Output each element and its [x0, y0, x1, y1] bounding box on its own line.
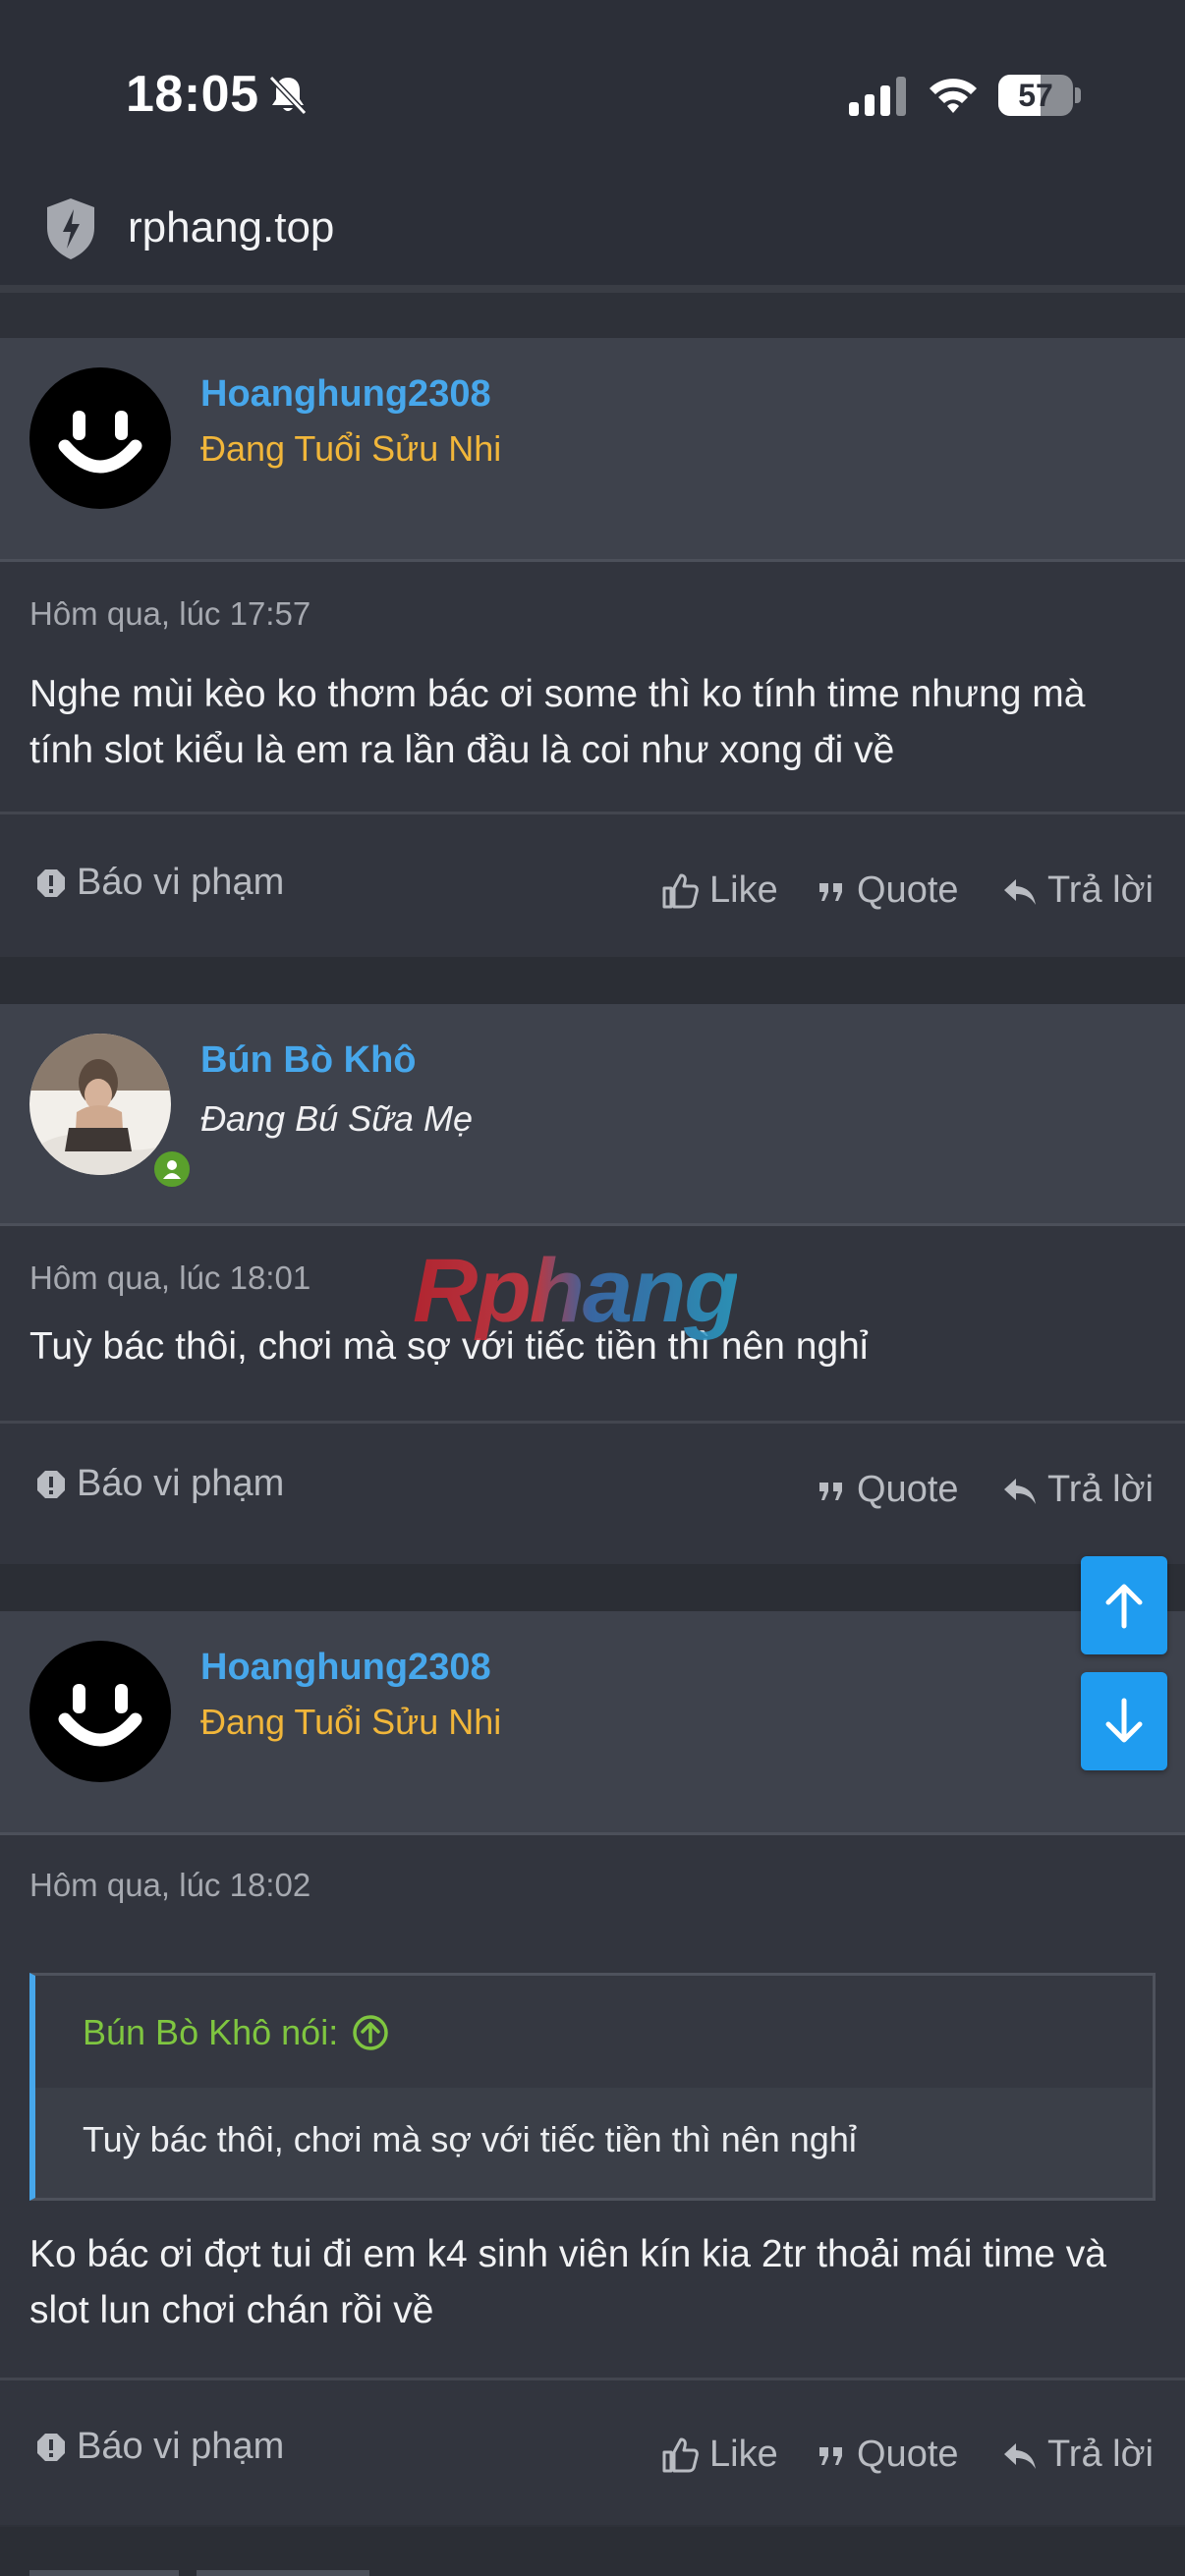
post-actions: Báo vi phạm Like Quote Trả lời	[0, 812, 1185, 957]
post-content: Hôm qua, lúc 18:02 Bún Bò Khô nói: Tuỳ b…	[0, 1835, 1185, 2378]
thumbs-up-icon	[662, 873, 699, 908]
reply-button[interactable]: Trả lời	[1002, 2434, 1154, 2476]
scroll-bottom-button[interactable]	[1081, 1672, 1167, 1770]
pagination-strip	[0, 2527, 1185, 2576]
report-label: Báo vi phạm	[77, 1463, 285, 1504]
online-user-icon	[149, 1147, 195, 1192]
like-label: Like	[709, 2434, 778, 2475]
shield-icon[interactable]	[45, 196, 96, 261]
photo-avatar-icon	[29, 1034, 171, 1175]
reply-icon	[1004, 1478, 1036, 1504]
page: 18:05 57 rphang.top Hoanghung2308 Đang T…	[0, 0, 1185, 2576]
quote-icon	[819, 882, 842, 901]
quote-header: Bún Bò Khô nói:	[35, 1976, 1153, 2088]
user-title: Đang Tuổi Sửu Nhi	[200, 1702, 502, 1742]
quote-content: Tuỳ bác thôi, chơi mà sợ với tiếc tiền t…	[35, 2088, 1153, 2198]
quote-label: Quote	[857, 2434, 959, 2475]
username-link[interactable]: Hoanghung2308	[200, 373, 491, 416]
bell-slash-icon	[268, 75, 308, 116]
page-tab[interactable]	[29, 2570, 179, 2576]
thumbs-up-icon	[662, 2437, 699, 2472]
smiley-avatar-icon[interactable]	[29, 367, 171, 509]
post-message: Nghe mùi kèo ko thơm bác ơi some thì ko …	[29, 673, 1086, 771]
post-date[interactable]: Hôm qua, lúc 17:57	[29, 595, 310, 633]
exclamation-icon	[37, 1470, 65, 1498]
divider	[0, 285, 1185, 293]
scroll-top-button[interactable]	[1081, 1556, 1167, 1654]
post: Hoanghung2308 Đang Tuổi Sửu Nhi Hôm qua,…	[0, 1611, 1185, 2525]
post-separator	[0, 1564, 1185, 1611]
quote-icon	[819, 2446, 842, 2465]
status-time: 18:05	[126, 66, 259, 123]
report-button[interactable]: Báo vi phạm	[35, 862, 284, 904]
reply-icon	[1004, 2442, 1036, 2469]
exclamation-icon	[37, 2433, 65, 2461]
user-title: Đang Tuổi Sửu Nhi	[200, 428, 502, 469]
post-date[interactable]: Hôm qua, lúc 18:02	[29, 1867, 310, 1904]
post-actions: Báo vi phạm Quote Trả lời	[0, 1421, 1185, 1564]
post-content: Hôm qua, lúc 17:57 Nghe mùi kèo ko thơm …	[0, 562, 1185, 812]
quote-button[interactable]: Quote	[816, 1469, 959, 1511]
signal-icon	[849, 77, 906, 116]
watermark-logo: Rphang	[413, 1241, 739, 1341]
quote-label: Quote	[857, 869, 959, 911]
arrow-up-icon	[1105, 1584, 1143, 1629]
smiley-avatar-icon[interactable]	[29, 1641, 171, 1782]
quote-button[interactable]: Quote	[816, 869, 959, 912]
quote-author-link[interactable]: Bún Bò Khô nói:	[83, 2012, 389, 2053]
like-button[interactable]: Like	[660, 869, 778, 912]
report-label: Báo vi phạm	[77, 2426, 285, 2467]
post-author-header: Hoanghung2308 Đang Tuổi Sửu Nhi	[0, 338, 1185, 562]
username-link[interactable]: Bún Bò Khô	[200, 1039, 417, 1082]
post-author-header: Hoanghung2308 Đang Tuổi Sửu Nhi	[0, 1611, 1185, 1835]
battery-percent: 57	[1018, 78, 1053, 113]
quote-button[interactable]: Quote	[816, 2434, 959, 2476]
reply-label: Trả lời	[1047, 869, 1154, 911]
arrow-down-icon	[1105, 1698, 1143, 1743]
post-message: Ko bác ơi đợt tui đi em k4 sinh viên kín…	[29, 2233, 1106, 2331]
like-button[interactable]: Like	[660, 2434, 778, 2476]
reply-button[interactable]: Trả lời	[1002, 1469, 1154, 1511]
user-title: Đang Bú Sữa Mẹ	[200, 1098, 473, 1139]
page-tab[interactable]	[197, 2570, 369, 2576]
reply-label: Trả lời	[1047, 2434, 1154, 2475]
quote-text: Tuỳ bác thôi, chơi mà sợ với tiếc tiền t…	[83, 2119, 857, 2159]
reply-icon	[1004, 878, 1036, 905]
username-link[interactable]: Hoanghung2308	[200, 1647, 491, 1689]
quote-block: Bún Bò Khô nói: Tuỳ bác thôi, chơi mà sợ…	[29, 1973, 1156, 2201]
url-field[interactable]: rphang.top	[128, 203, 334, 252]
like-label: Like	[709, 869, 778, 911]
report-label: Báo vi phạm	[77, 862, 285, 903]
quote-author-label: Bún Bò Khô nói:	[83, 2012, 339, 2052]
post-actions: Báo vi phạm Like Quote Trả lời	[0, 2378, 1185, 2525]
post-separator	[0, 957, 1185, 1004]
user-avatar[interactable]	[29, 1034, 195, 1192]
report-button[interactable]: Báo vi phạm	[35, 2426, 284, 2468]
battery-icon: 57	[998, 75, 1081, 116]
browser-chrome: 18:05 57 rphang.top	[0, 0, 1185, 285]
wifi-icon	[930, 79, 977, 113]
exclamation-icon	[37, 868, 65, 897]
post: Hoanghung2308 Đang Tuổi Sửu Nhi Hôm qua,…	[0, 338, 1185, 957]
post-date[interactable]: Hôm qua, lúc 18:01	[29, 1260, 310, 1297]
post-author-header: Bún Bò Khô Đang Bú Sữa Mẹ	[0, 1004, 1185, 1226]
quote-label: Quote	[857, 1469, 959, 1510]
quote-icon	[819, 1482, 842, 1500]
circle-arrow-up-icon[interactable]	[352, 2014, 389, 2051]
reply-label: Trả lời	[1047, 1469, 1154, 1510]
report-button[interactable]: Báo vi phạm	[35, 1463, 284, 1505]
reply-button[interactable]: Trả lời	[1002, 869, 1154, 912]
